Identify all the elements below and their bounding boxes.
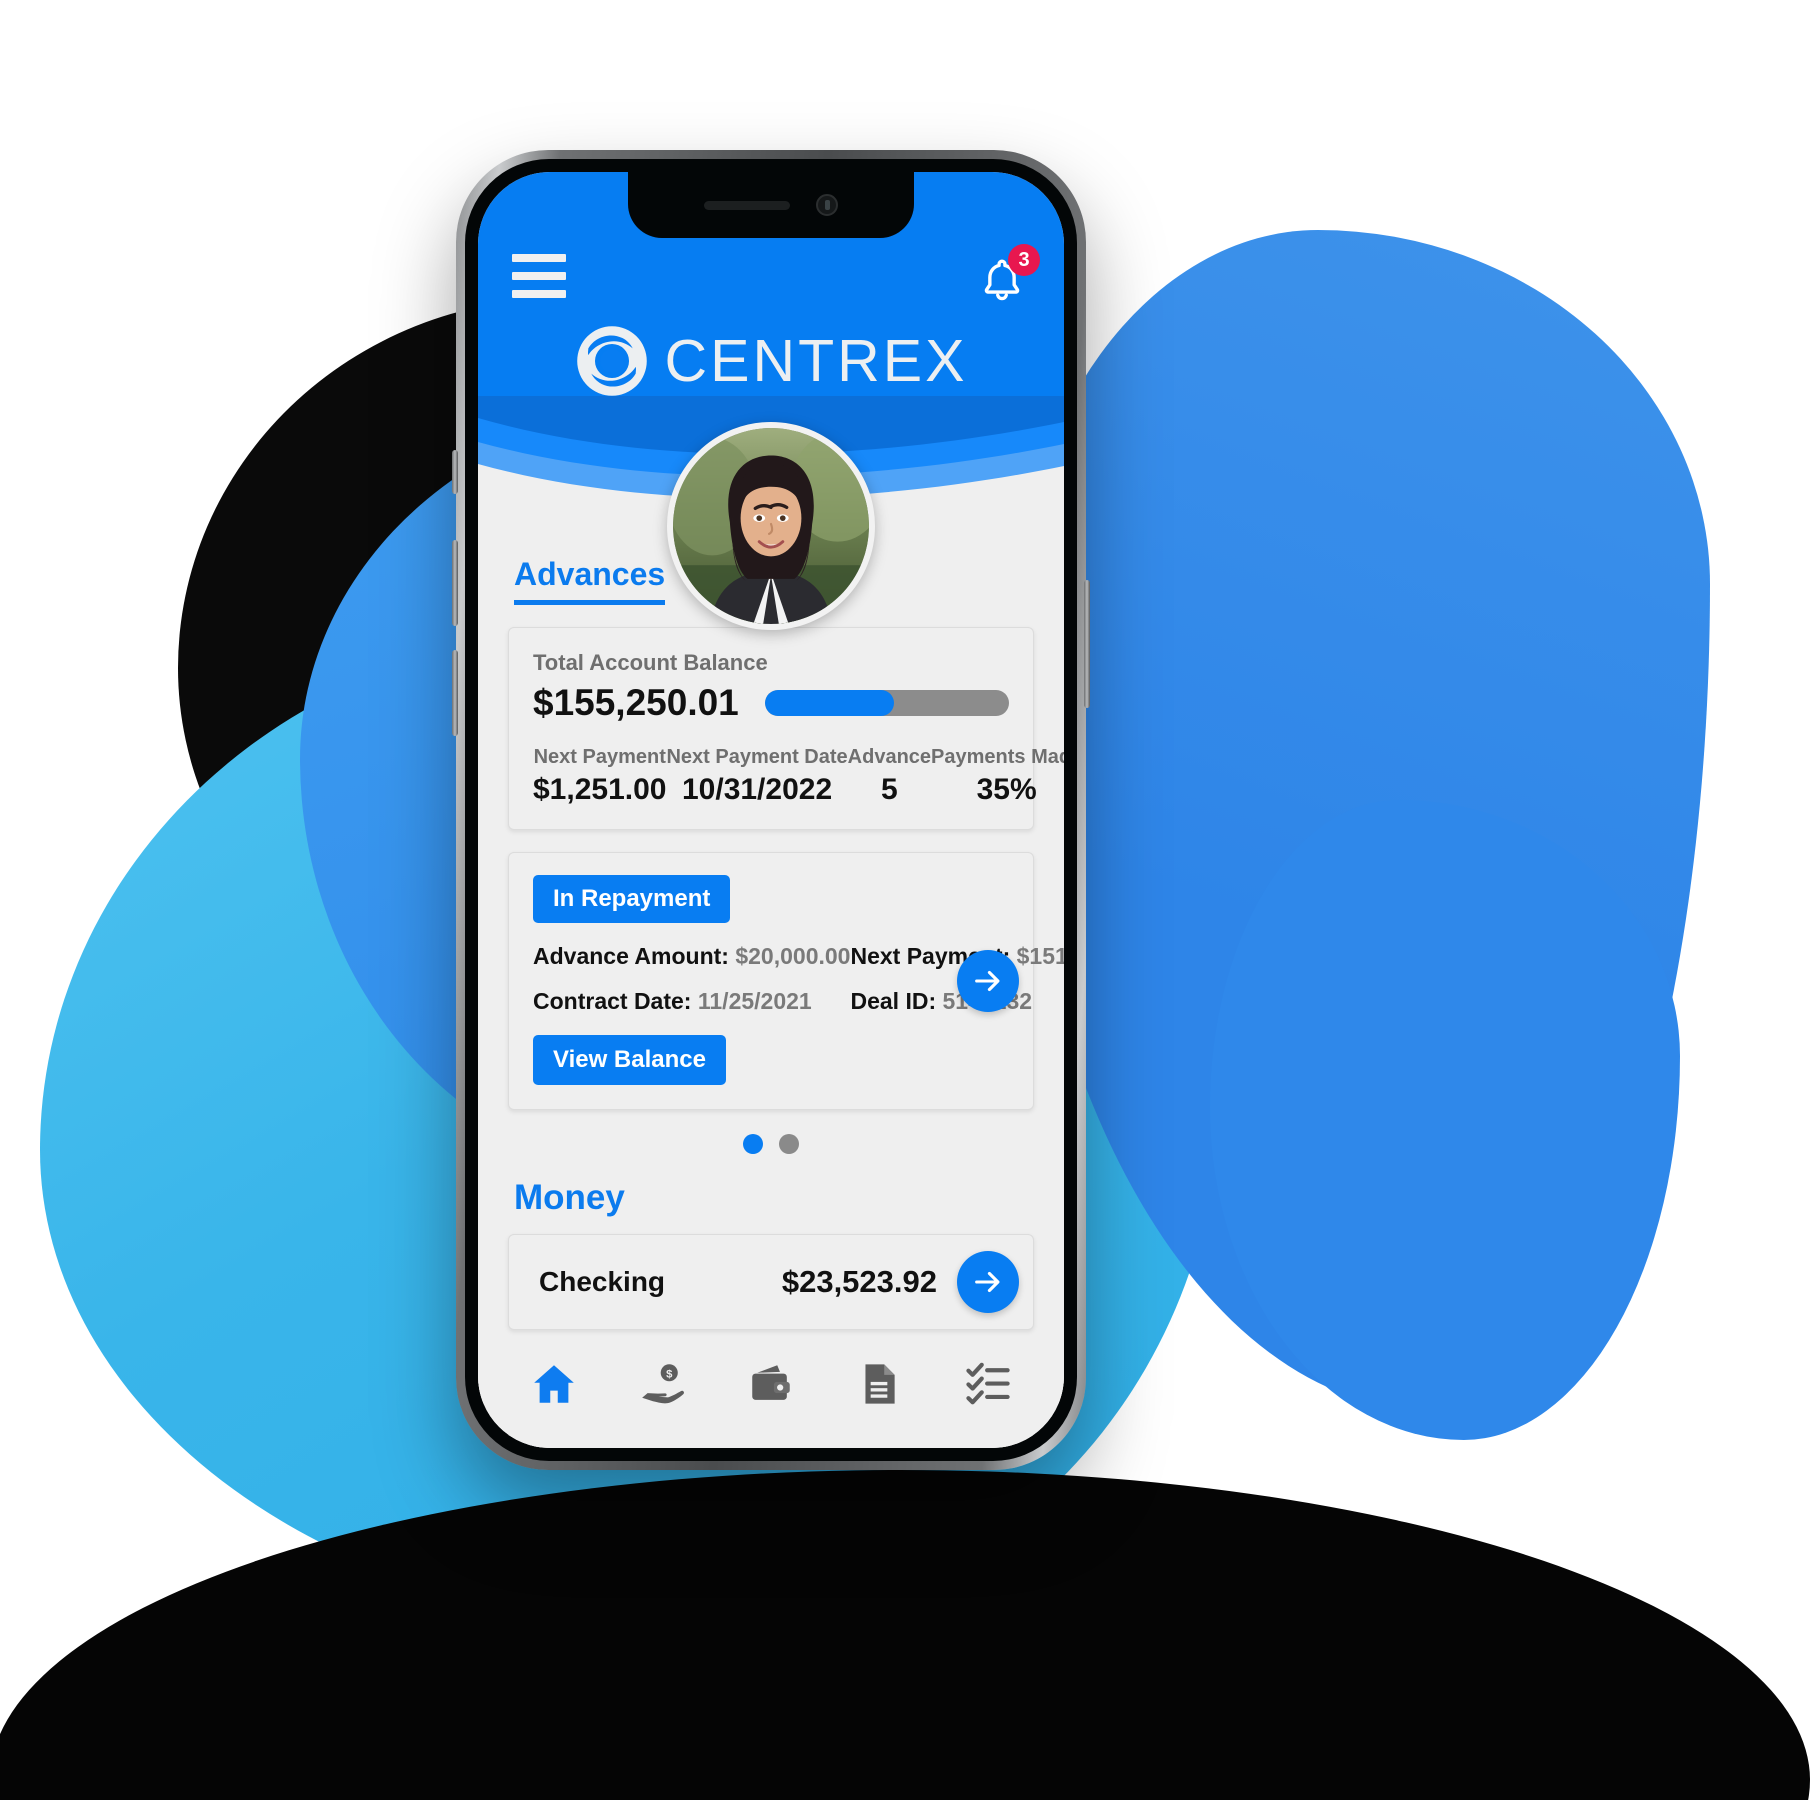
nav-funding[interactable]: $ xyxy=(626,1353,700,1415)
nav-tasks[interactable] xyxy=(951,1353,1025,1415)
phone-bezel: 3 CENTREX Advances Total Account Balance… xyxy=(465,159,1077,1461)
field-deal-id: Deal ID: 5142132 xyxy=(850,988,1064,1015)
stat-next-payment: Next Payment $1,251.00 xyxy=(533,746,666,807)
stat-value: 35% xyxy=(976,773,1037,806)
checking-open-button[interactable] xyxy=(957,1251,1019,1313)
centrex-swirl-logo-icon xyxy=(576,326,647,396)
carousel-dot-2[interactable] xyxy=(779,1134,799,1154)
field-contract-date: Contract Date: 11/25/2021 xyxy=(533,988,850,1015)
money-section-title: Money xyxy=(514,1178,625,1217)
field-advance-amount: Advance Amount: $20,000.00 xyxy=(533,943,850,970)
advance-card-open-button[interactable] xyxy=(957,950,1019,1012)
repayment-progress-bar xyxy=(764,690,1009,716)
stat-next-payment-date: Next Payment Date 10/31/2022 xyxy=(666,746,847,807)
stat-label: Next Payment xyxy=(533,746,666,768)
balance-row: $155,250.01 xyxy=(533,682,1009,724)
account-name: Checking xyxy=(539,1266,666,1297)
field-value: $20,000.00 xyxy=(735,943,851,969)
field-key: Deal ID: xyxy=(850,988,937,1014)
arrow-right-icon xyxy=(975,1271,1000,1293)
phone-volume-down-button[interactable] xyxy=(452,650,458,736)
stat-advance: Advance 5 xyxy=(848,746,931,807)
account-balance: $23,523.92 xyxy=(781,1264,937,1299)
balance-amount: $155,250.01 xyxy=(533,682,739,723)
bottom-navigation-bar: $ xyxy=(478,1338,1064,1448)
phone-mockup: 3 CENTREX Advances Total Account Balance… xyxy=(452,150,1090,1470)
stat-value: $1,251.00 xyxy=(533,773,667,806)
stat-value: 5 xyxy=(881,773,898,806)
advance-detail-card: In Repayment Advance Amount: $20,000.00 … xyxy=(508,852,1064,1110)
field-key: Advance Amount: xyxy=(533,943,729,969)
brand-name-text: CENTREX xyxy=(664,328,968,394)
notification-bell-button[interactable]: 3 xyxy=(974,244,1040,308)
stat-label: Advance xyxy=(847,746,932,768)
balance-stats-row: Next Payment $1,251.00 Next Payment Date… xyxy=(533,746,1064,807)
hamburger-menu-icon[interactable] xyxy=(512,254,566,298)
stat-label: Payments Made xyxy=(931,746,1064,768)
front-camera-icon xyxy=(816,194,838,216)
arrow-right-icon xyxy=(975,970,1000,992)
phone-power-button[interactable] xyxy=(1084,580,1090,708)
phone-screen: 3 CENTREX Advances Total Account Balance… xyxy=(478,172,1064,1448)
home-icon xyxy=(534,1365,574,1403)
nav-home[interactable] xyxy=(517,1353,591,1415)
status-badge[interactable]: In Repayment xyxy=(533,875,731,923)
field-value: $151.00 xyxy=(1016,943,1064,969)
nav-wallet[interactable] xyxy=(734,1353,808,1415)
phone-mute-switch[interactable] xyxy=(452,450,458,494)
stat-value: 10/31/2022 xyxy=(681,773,833,806)
field-next-payment: Next Payment: $151.00 xyxy=(850,943,1064,970)
repayment-progress-fill xyxy=(764,690,895,716)
phone-volume-up-button[interactable] xyxy=(452,540,458,626)
svg-text:$: $ xyxy=(666,1369,673,1381)
view-balance-button[interactable]: View Balance xyxy=(533,1035,726,1085)
nav-documents[interactable] xyxy=(842,1353,916,1415)
account-row-checking[interactable]: Checking $23,523.92 xyxy=(508,1234,1034,1330)
carousel-dot-1[interactable] xyxy=(743,1134,763,1154)
hand-coin-icon: $ xyxy=(641,1364,684,1404)
field-value: 11/25/2021 xyxy=(697,988,812,1014)
balance-card-title: Total Account Balance xyxy=(533,650,768,675)
tab-advances[interactable]: Advances xyxy=(514,556,666,605)
notification-count-badge: 3 xyxy=(1008,244,1040,276)
stat-label: Next Payment Date xyxy=(666,746,848,768)
field-key: Contract Date: xyxy=(533,988,692,1014)
earpiece-speaker-icon xyxy=(704,200,790,210)
brand-logo: CENTREX xyxy=(478,324,1064,398)
document-icon xyxy=(865,1364,895,1404)
phone-notch xyxy=(628,172,914,238)
total-balance-card: Total Account Balance $155,250.01 Next P… xyxy=(508,627,1064,830)
carousel-pagination xyxy=(508,1134,1034,1154)
wallet-icon xyxy=(752,1365,790,1400)
stat-payments-made: Payments Made 35% xyxy=(931,746,1064,807)
avatar[interactable] xyxy=(667,422,875,630)
background-blob-black-bottom xyxy=(0,1470,1810,1800)
checklist-icon xyxy=(966,1362,1010,1405)
user-profile-photo xyxy=(673,428,869,624)
advance-fields-left: Advance Amount: $20,000.00 Contract Date… xyxy=(533,943,850,1033)
advance-fields-grid: Advance Amount: $20,000.00 Contract Date… xyxy=(533,943,1064,1033)
